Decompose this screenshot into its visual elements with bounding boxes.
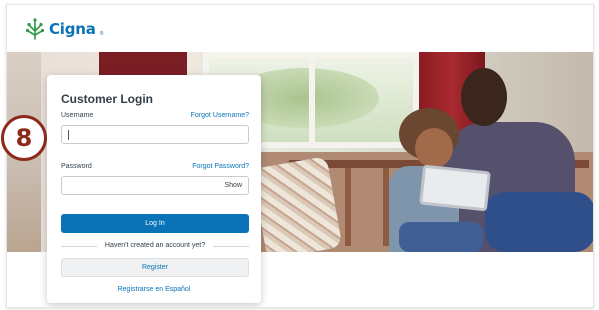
photo-window-bar [309, 58, 315, 148]
forgot-password-link[interactable]: Forgot Password? [192, 163, 249, 170]
password-label: Password [61, 163, 92, 170]
register-spanish-link[interactable]: Registrarse en Español [47, 286, 261, 293]
tree-of-life-icon [25, 18, 45, 40]
text-cursor [68, 130, 69, 140]
password-field[interactable]: Show [61, 176, 249, 196]
password-input[interactable] [62, 179, 248, 196]
forgot-username-link[interactable]: Forgot Username? [191, 112, 249, 119]
username-field[interactable] [61, 125, 249, 145]
photo-man-legs [485, 192, 593, 252]
divider-line-right [213, 246, 249, 247]
registered-mark: ® [99, 31, 104, 37]
username-input[interactable] [62, 128, 248, 145]
login-button[interactable]: Log In [61, 214, 249, 233]
photo-child-jeans [399, 222, 483, 252]
show-password-button[interactable]: Show [224, 182, 242, 189]
login-title: Customer Login [61, 92, 153, 106]
photo-pillow [251, 156, 343, 252]
brand-name: Cigna [49, 20, 96, 38]
browser-page: Cigna ® Customer Login Username Forgot U… [6, 4, 594, 308]
photo-slat [345, 168, 351, 246]
account-divider: Haven't created an account yet? [61, 242, 249, 250]
photo-man-head [461, 68, 507, 126]
step-number-badge: 8 [1, 115, 47, 161]
username-label: Username [61, 112, 94, 119]
photo-child-face [415, 128, 453, 168]
cigna-logo[interactable]: Cigna ® [25, 17, 103, 41]
login-card: Customer Login Username Forgot Username?… [47, 75, 261, 303]
register-button[interactable]: Register [61, 258, 249, 277]
photo-tablet [419, 164, 491, 212]
